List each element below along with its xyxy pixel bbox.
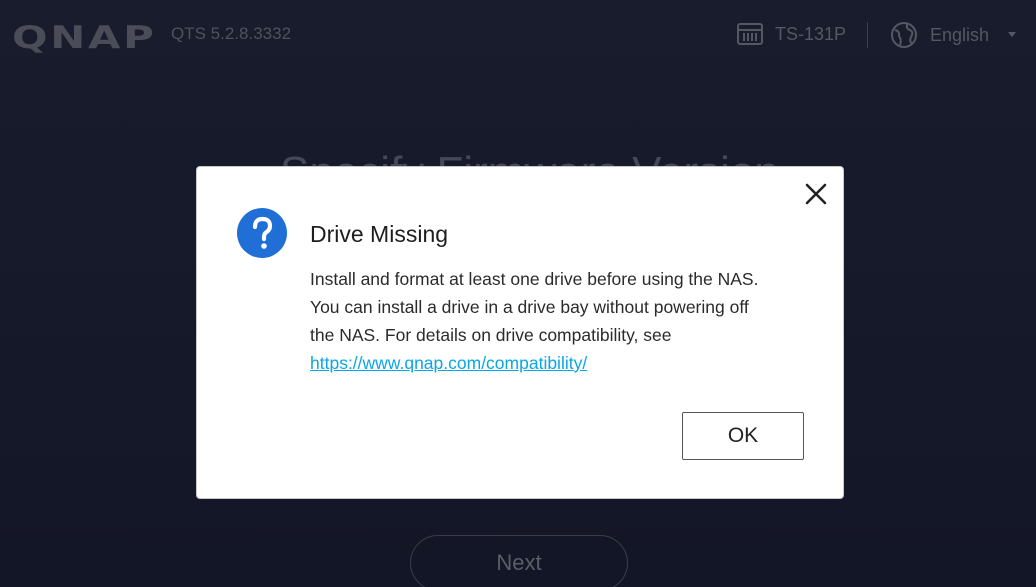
message-line: You can install a drive in a drive bay w… bbox=[310, 297, 749, 317]
language-label: English bbox=[930, 24, 990, 45]
ok-button[interactable]: OK bbox=[682, 412, 804, 460]
compatibility-link[interactable]: https://www.qnap.com/compatibility/ bbox=[310, 353, 587, 373]
model-name: TS-131P bbox=[775, 23, 847, 44]
chevron-down-icon[interactable] bbox=[1008, 32, 1016, 37]
dialog-message: Install and format at least one drive be… bbox=[310, 265, 800, 377]
nas-device-icon bbox=[737, 23, 763, 45]
message-line: the NAS. For details on drive compatibil… bbox=[310, 325, 672, 345]
dialog-title: Drive Missing bbox=[310, 221, 449, 247]
question-icon bbox=[237, 208, 287, 258]
next-button[interactable]: Next bbox=[410, 535, 628, 587]
message-line: Install and format at least one drive be… bbox=[310, 269, 759, 289]
language-selector[interactable]: English bbox=[890, 21, 989, 49]
drive-missing-dialog: Drive Missing Install and format at leas… bbox=[196, 166, 844, 499]
close-icon[interactable] bbox=[804, 182, 828, 206]
qnap-logo: QNAP bbox=[12, 20, 157, 56]
model-indicator: TS-131P bbox=[737, 22, 846, 46]
header-divider bbox=[867, 22, 868, 48]
globe-icon bbox=[891, 22, 917, 48]
firmware-version-label: QTS 5.2.8.3332 bbox=[171, 24, 292, 43]
